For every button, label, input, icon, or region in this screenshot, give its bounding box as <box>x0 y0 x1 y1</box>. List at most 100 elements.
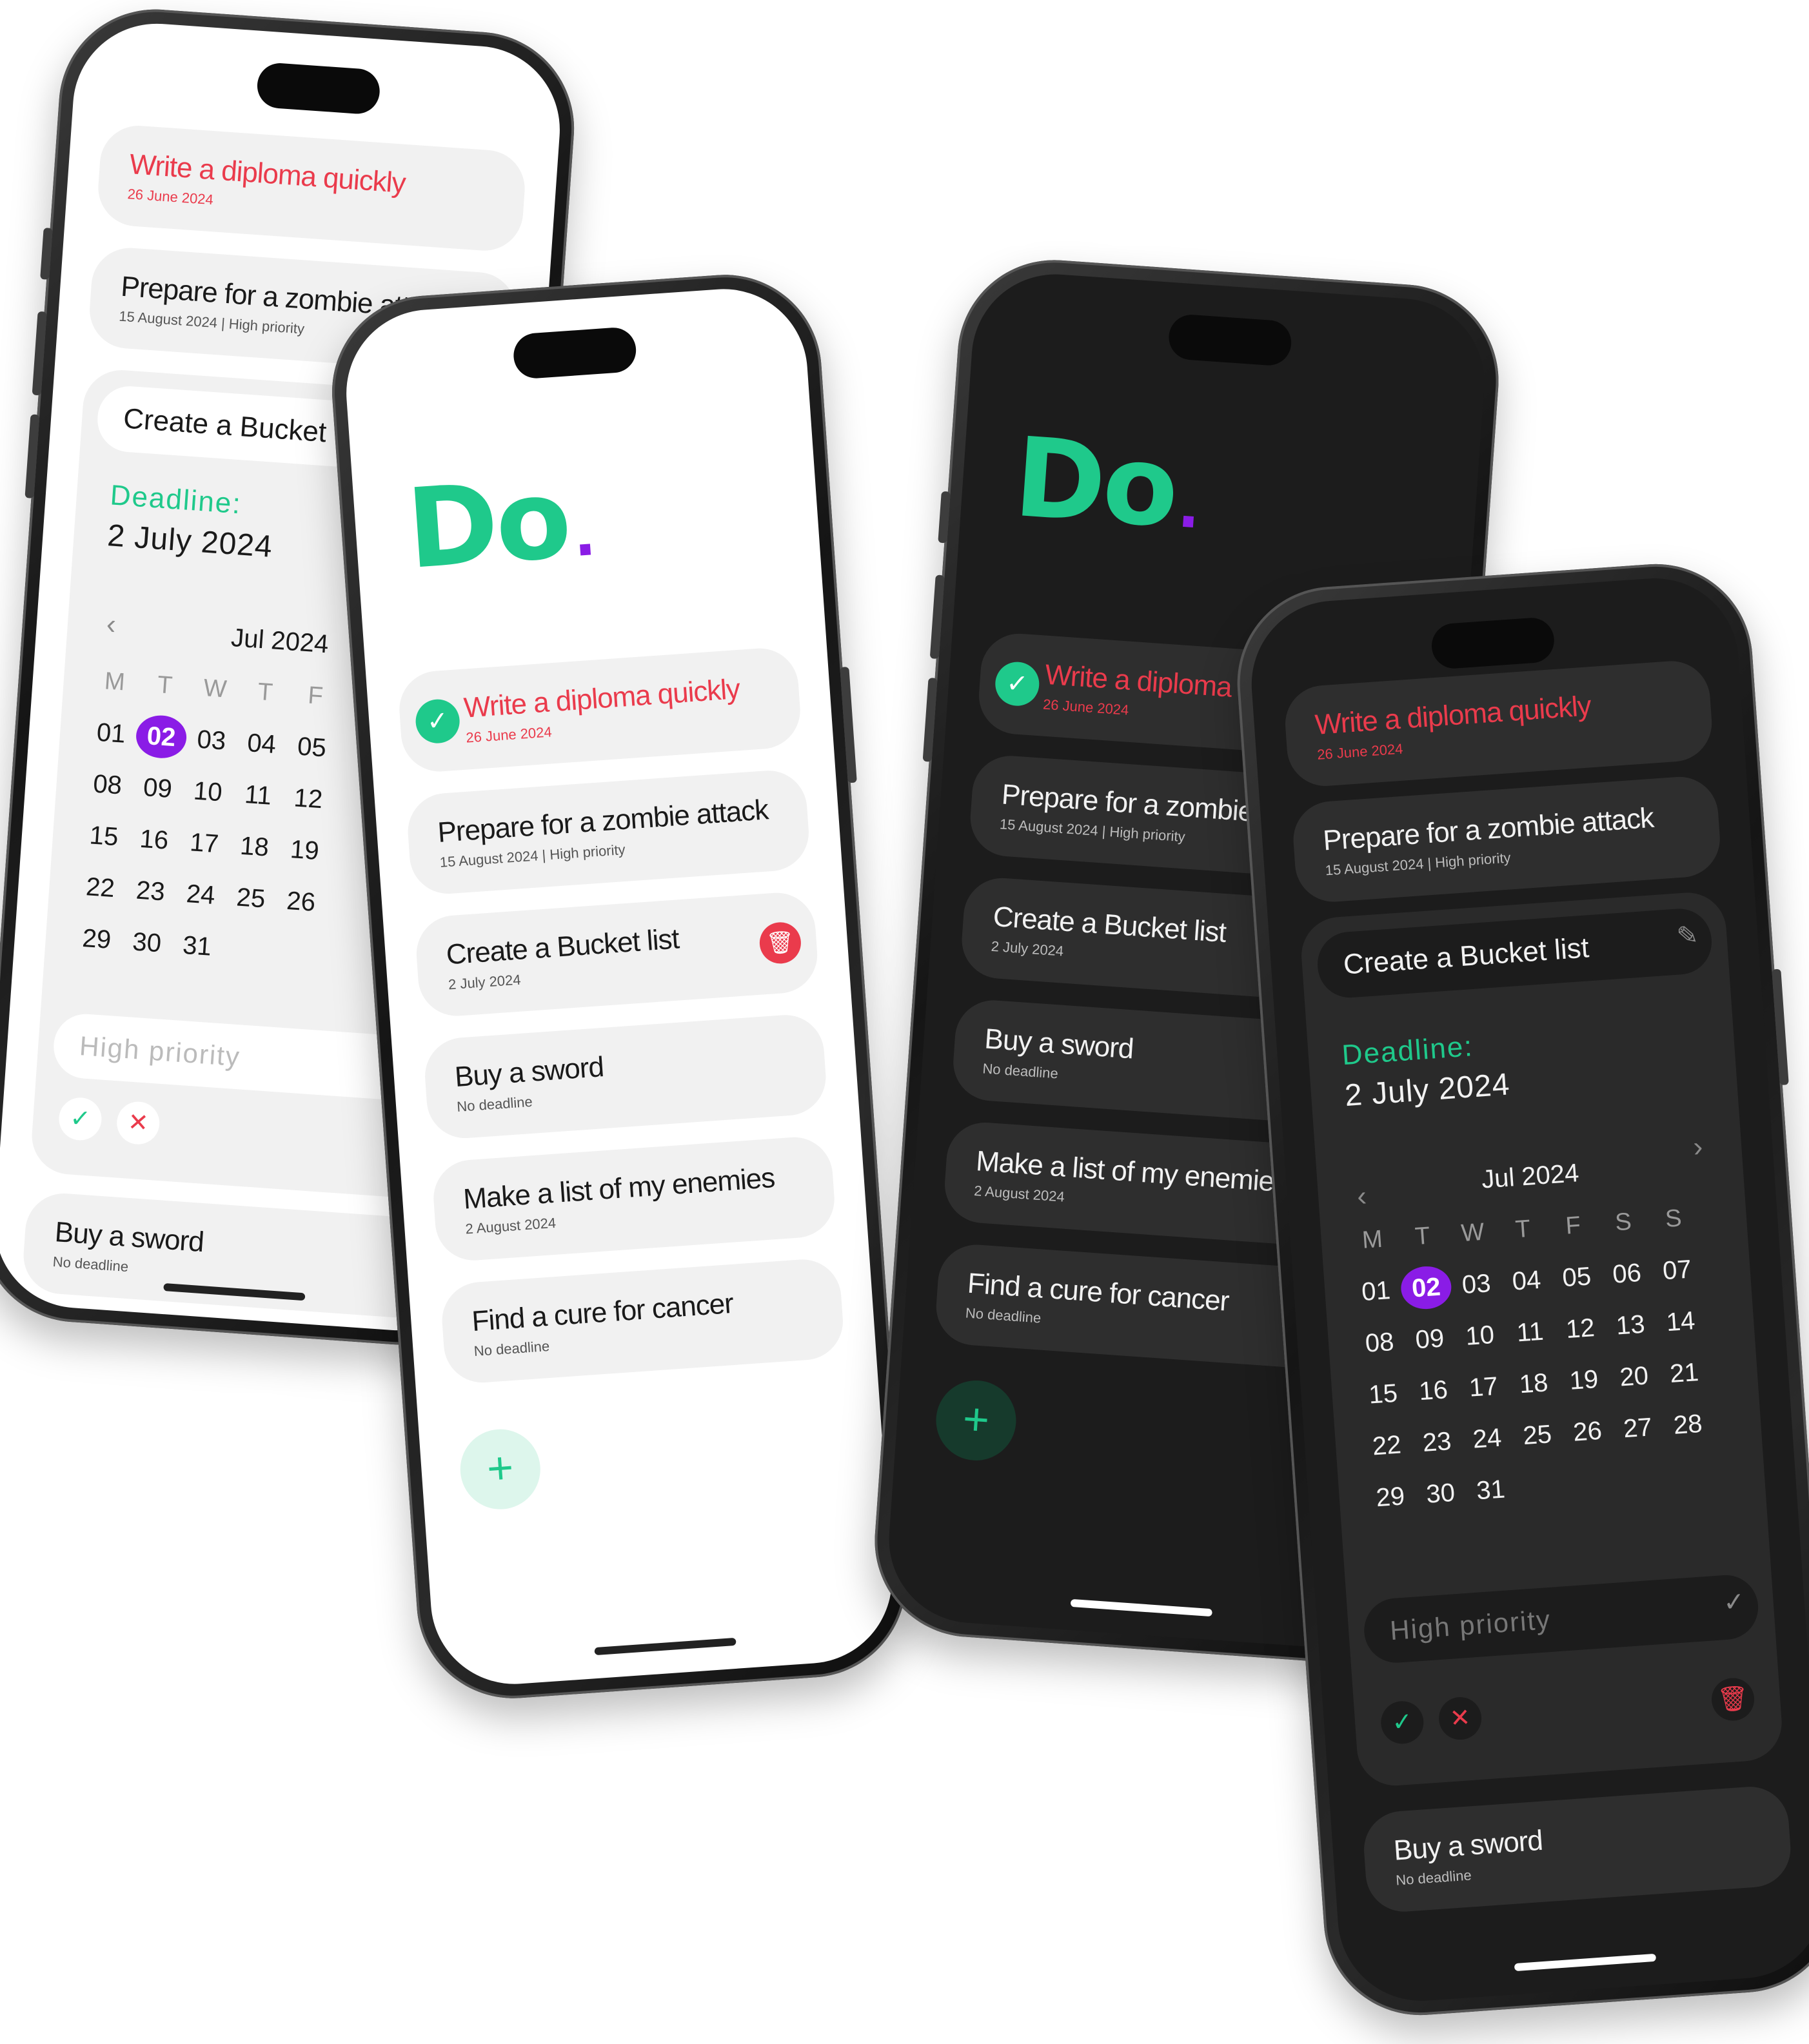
calendar-weekday: F <box>1565 1212 1582 1240</box>
check-icon[interactable]: ✓ <box>57 1096 103 1142</box>
calendar-weekday: F <box>307 682 324 710</box>
calendar-day[interactable]: 12 <box>1554 1306 1606 1351</box>
task-card[interactable]: Buy a sword No deadline <box>1361 1784 1794 1914</box>
priority-field[interactable]: High priority <box>1361 1573 1761 1665</box>
calendar-day[interactable]: 19 <box>1557 1357 1610 1403</box>
task-card[interactable]: Prepare for a zombie attack 15 August 20… <box>1290 774 1723 905</box>
side-button <box>40 228 53 280</box>
calendar-day[interactable]: 30 <box>1414 1471 1467 1517</box>
calendar-day[interactable]: 11 <box>232 772 284 818</box>
task-card[interactable]: Make a list of my enemies 2 August 2024 <box>431 1134 837 1263</box>
dynamic-island <box>1167 313 1293 367</box>
calendar-day[interactable]: 15 <box>77 813 130 859</box>
calendar-day[interactable]: 16 <box>128 817 181 863</box>
calendar-weekday: M <box>103 667 126 696</box>
task-card[interactable]: Buy a sword No deadline <box>422 1012 829 1141</box>
calendar-day[interactable]: 05 <box>285 724 338 770</box>
calendar-day[interactable]: 30 <box>121 919 173 965</box>
side-button <box>938 491 951 544</box>
calendar-day[interactable]: 06 <box>1600 1251 1653 1297</box>
calendar-day[interactable]: 27 <box>1611 1405 1664 1451</box>
task-card[interactable]: Write a diploma quickly 26 June 2024 <box>1282 658 1715 789</box>
check-icon[interactable]: ✓ <box>414 698 461 745</box>
calendar-day[interactable]: 23 <box>124 868 177 914</box>
calendar-day[interactable]: 24 <box>1461 1415 1514 1461</box>
calendar-day[interactable]: 10 <box>1454 1313 1507 1359</box>
calendar-day[interactable]: 03 <box>185 717 238 763</box>
home-indicator <box>1514 1953 1657 1972</box>
task-card[interactable]: Create a Bucket list 2 July 2024 🗑 <box>413 890 820 1019</box>
calendar-weekday: T <box>156 671 173 700</box>
task-card[interactable]: Find a cure for cancer No deadline <box>439 1257 845 1386</box>
calendar-day[interactable]: 31 <box>1464 1467 1517 1513</box>
calendar-day[interactable]: 26 <box>1561 1409 1614 1455</box>
task-card[interactable]: Buy a sword No deadline <box>21 1190 453 1321</box>
calendar-day[interactable]: 04 <box>235 721 288 767</box>
calendar-day[interactable]: 20 <box>1608 1353 1661 1399</box>
calendar-day[interactable]: 08 <box>81 762 133 807</box>
task-card-completed[interactable]: ✓ Write a diploma quickly 26 June 2024 <box>397 645 803 774</box>
task-card[interactable]: Prepare for a zombie attack 15 August 20… <box>405 768 811 897</box>
calendar-day[interactable]: 01 <box>84 711 137 756</box>
task-card[interactable]: Write a diploma quickly 26 June 2024 <box>95 123 528 253</box>
calendar-day[interactable]: 13 <box>1604 1302 1657 1348</box>
calendar-day[interactable]: 28 <box>1661 1402 1714 1448</box>
calendar-day[interactable]: 03 <box>1450 1261 1503 1307</box>
screen: Write a diploma quickly 26 June 2024 Pre… <box>1246 573 1809 2007</box>
calendar-day[interactable]: 02 <box>134 714 188 760</box>
calendar-day[interactable]: 12 <box>282 776 335 821</box>
calendar-day[interactable]: 22 <box>74 865 126 910</box>
pencil-icon[interactable]: ✎ <box>1676 920 1699 951</box>
calendar-day[interactable]: 26 <box>275 879 328 925</box>
deadline-value: 2 July 2024 <box>1343 1067 1512 1114</box>
calendar-day[interactable]: 21 <box>1657 1350 1710 1396</box>
calendar-grid: M T W T F 01 02 03 04 05 08 09 10 11 12 15 16 17 18 19 22 23 2… <box>70 659 342 976</box>
check-icon[interactable]: ✓ <box>994 660 1041 707</box>
plus-icon[interactable]: + <box>457 1426 543 1512</box>
screen: Do. ✓ Write a diploma quickly 26 June 20… <box>341 283 898 1690</box>
check-icon[interactable]: ✓ <box>1722 1587 1746 1618</box>
calendar-day[interactable]: 24 <box>174 872 227 918</box>
calendar-weekday: T <box>1414 1222 1431 1251</box>
calendar-day[interactable]: 01 <box>1349 1268 1402 1314</box>
calendar-day[interactable]: 23 <box>1410 1419 1463 1465</box>
calendar-weekday: S <box>1614 1208 1633 1237</box>
calendar-day[interactable]: 29 <box>1364 1474 1417 1520</box>
calendar-day[interactable]: 09 <box>131 765 184 811</box>
dynamic-island <box>512 326 638 380</box>
calendar-day[interactable]: 18 <box>228 824 281 870</box>
calendar-day[interactable]: 09 <box>1403 1316 1456 1362</box>
trash-icon[interactable]: 🗑 <box>1710 1676 1756 1722</box>
plus-icon[interactable]: + <box>933 1377 1019 1464</box>
deadline-label: Deadline: <box>1341 1030 1475 1072</box>
calendar-day[interactable]: 29 <box>70 916 123 962</box>
calendar-day[interactable]: 08 <box>1353 1320 1406 1366</box>
calendar-day[interactable]: 05 <box>1550 1254 1603 1300</box>
calendar-day[interactable]: 16 <box>1407 1368 1459 1413</box>
calendar-day[interactable]: 25 <box>1511 1412 1564 1458</box>
calendar-weekday: W <box>1460 1218 1485 1248</box>
volume-up-button <box>32 311 47 396</box>
calendar-day[interactable]: 18 <box>1507 1361 1560 1406</box>
calendar-day[interactable]: 02 <box>1399 1264 1453 1311</box>
calendar-day[interactable]: 31 <box>170 923 223 969</box>
check-icon[interactable]: ✓ <box>1379 1700 1425 1745</box>
calendar-day[interactable]: 04 <box>1500 1258 1553 1304</box>
calendar-day[interactable]: 07 <box>1650 1247 1703 1293</box>
dynamic-island <box>1430 616 1556 670</box>
calendar-day[interactable]: 10 <box>181 769 234 814</box>
calendar-day[interactable]: 11 <box>1503 1309 1556 1355</box>
calendar-day[interactable]: 25 <box>224 875 277 921</box>
close-icon[interactable]: ✕ <box>115 1100 161 1146</box>
calendar-grid: M T W T F S S 01 02 03 04 05 06 07 08 09 10 11 12 13 14 15 16 1… <box>1346 1195 1718 1520</box>
calendar-day[interactable]: 17 <box>1457 1364 1510 1410</box>
calendar-day[interactable]: 17 <box>178 820 231 866</box>
calendar-day[interactable]: 15 <box>1357 1371 1410 1417</box>
volume-down-button <box>25 414 40 498</box>
calendar-weekday: M <box>1361 1225 1384 1254</box>
calendar-day[interactable]: 19 <box>278 827 331 873</box>
calendar-day[interactable]: 22 <box>1360 1422 1413 1468</box>
close-icon[interactable]: ✕ <box>1437 1695 1483 1742</box>
calendar-day[interactable]: 14 <box>1654 1299 1707 1344</box>
task-title-field[interactable]: Create a Bucket list <box>1315 907 1714 1000</box>
